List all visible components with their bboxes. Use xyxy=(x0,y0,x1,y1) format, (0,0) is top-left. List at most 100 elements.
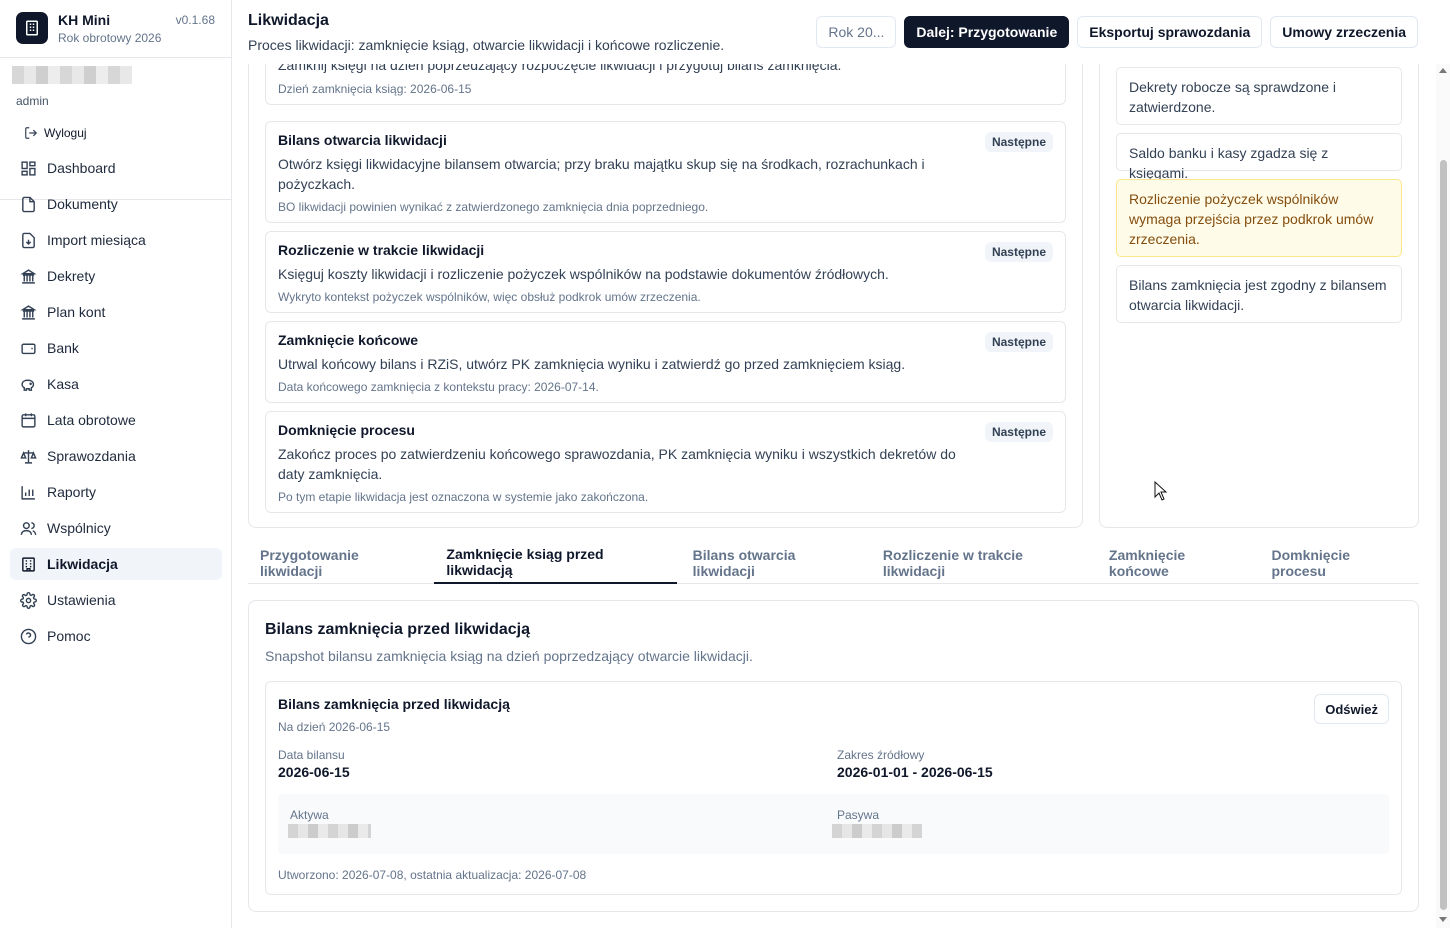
step-opening-balance[interactable]: Bilans otwarcia likwidacji Następne Otwó… xyxy=(265,121,1066,223)
step-final-close[interactable]: Zamknięcie końcowe Następne Utrwal końco… xyxy=(265,321,1066,403)
app-version: v0.1.68 xyxy=(175,13,215,27)
source-range-label: Zakres źródłowy xyxy=(837,748,925,762)
status-badge: Następne xyxy=(984,422,1053,442)
sidebar-item-label: Kasa xyxy=(47,376,79,392)
step-title: Rozliczenie w trakcie likwidacji xyxy=(278,242,485,258)
step-settlement[interactable]: Rozliczenie w trakcie likwidacji Następn… xyxy=(265,231,1066,313)
waiver-agreements-button[interactable]: Umowy zrzeczenia xyxy=(1270,16,1418,48)
refresh-button[interactable]: Odśwież xyxy=(1314,694,1389,724)
sidebar-item-label: Lata obrotowe xyxy=(47,412,136,428)
scroll-thumb[interactable] xyxy=(1440,160,1447,910)
scroll-down-arrow-icon[interactable] xyxy=(1439,917,1447,922)
bar-chart-icon xyxy=(21,485,35,500)
piggy-bank-icon xyxy=(21,379,35,391)
balance-date-value: 2026-06-15 xyxy=(278,764,350,780)
step-title: Zamknięcie końcowe xyxy=(278,332,419,348)
step-description: Utrwal końcowy bilans i RZiS, utwórz PK … xyxy=(278,356,906,372)
wallet-icon xyxy=(21,343,36,354)
main-content: Zamknij księgi na dzień poprzedzający ro… xyxy=(232,64,1436,928)
sidebar-nav: Dashboard Dokumenty Import miesiąca Dekr… xyxy=(10,152,222,656)
step-description: Zamknij księgi na dzień poprzedzający ro… xyxy=(278,64,842,73)
sidebar-item-lata-obrotowe[interactable]: Lata obrotowe xyxy=(10,404,222,436)
checklist-item: Dekrety robocze są sprawdzone i zatwierd… xyxy=(1116,67,1402,125)
page-scrollbar[interactable] xyxy=(1436,64,1450,928)
step-title: Bilans otwarcia likwidacji xyxy=(278,132,447,148)
step-note: Data końcowego zamknięcia z kontekstu pr… xyxy=(278,380,599,394)
next-step-button[interactable]: Dalej: Przygotowanie xyxy=(904,16,1070,48)
year-select-button[interactable]: Rok 20... xyxy=(816,16,897,48)
export-reports-button[interactable]: Eksportuj sprawozdania xyxy=(1077,16,1263,48)
sidebar-item-wspolnicy[interactable]: Wspólnicy xyxy=(10,512,222,544)
page-subtitle: Proces likwidacji: zamknięcie ksiąg, otw… xyxy=(248,37,725,53)
snapshot-date: Na dzień 2026-06-15 xyxy=(278,720,391,734)
tab-completion[interactable]: Domknięcie procesu xyxy=(1259,542,1415,584)
logout-icon xyxy=(25,127,38,139)
sidebar-item-dekrety[interactable]: Dekrety xyxy=(10,260,222,292)
step-description: Księguj koszty likwidacji i rozliczenie … xyxy=(278,266,889,282)
steps-card: Zamknij księgi na dzień poprzedzający ro… xyxy=(248,64,1083,528)
sidebar-item-ustawienia[interactable]: Ustawienia xyxy=(10,584,222,616)
checklist-item: Bilans zamknięcia jest zgodny z bilansem… xyxy=(1116,265,1402,323)
assets-value-redacted xyxy=(288,824,371,838)
logout-label: Wyloguj xyxy=(44,126,87,140)
liabilities-label: Pasywa xyxy=(837,808,880,822)
sidebar-item-raporty[interactable]: Raporty xyxy=(10,476,222,508)
status-badge: Następne xyxy=(984,132,1053,152)
section-subtitle: Snapshot bilansu zamknięcia ksiąg na dzi… xyxy=(265,648,753,664)
checklist-item: Saldo banku i kasy zgadza się z księgami… xyxy=(1116,133,1402,181)
app-name: KH Mini xyxy=(58,12,111,28)
sidebar-item-label: Dokumenty xyxy=(47,196,118,212)
user-name-redacted xyxy=(12,66,132,84)
tab-preparation[interactable]: Przygotowanie likwidacji xyxy=(248,542,430,584)
sidebar-item-sprawozdania[interactable]: Sprawozdania xyxy=(10,440,222,472)
step-note: Wykryto kontekst pożyczek wspólników, wi… xyxy=(278,290,701,304)
section-title: Bilans zamknięcia przed likwidacją xyxy=(265,621,530,638)
bank-building-icon xyxy=(20,304,37,320)
logout-button[interactable]: Wyloguj xyxy=(24,126,220,140)
balance-snapshot: Bilans zamknięcia przed likwidacją Na dz… xyxy=(265,681,1402,895)
tab-close-books[interactable]: Zamknięcie ksiąg przed likwidacją xyxy=(434,542,677,584)
import-icon xyxy=(22,232,35,248)
step-close-books[interactable]: Zamknij księgi na dzień poprzedzający ro… xyxy=(265,64,1066,105)
sidebar-item-pomoc[interactable]: Pomoc xyxy=(10,620,222,652)
process-tabs: Przygotowanie likwidacji Zamknięcie ksią… xyxy=(248,542,1419,584)
status-badge: Następne xyxy=(984,332,1053,352)
user-role: admin xyxy=(16,94,49,108)
created-timestamp: Utworzono: 2026-07-08, ostatnia aktualiz… xyxy=(278,868,587,882)
sidebar-item-label: Raporty xyxy=(47,484,97,500)
sidebar-item-label: Import miesiąca xyxy=(47,232,146,248)
sidebar-item-plan-kont[interactable]: Plan kont xyxy=(10,296,222,328)
scale-icon xyxy=(20,449,37,464)
tab-settlement[interactable]: Rozliczenie w trakcie likwidacji xyxy=(871,542,1093,584)
step-process-completion[interactable]: Domknięcie procesu Następne Zakończ proc… xyxy=(265,411,1066,513)
scroll-up-arrow-icon[interactable] xyxy=(1439,68,1447,73)
calendar-icon xyxy=(21,412,36,428)
step-note: Dzień zamknięcia ksiąg: 2026-06-15 xyxy=(278,82,472,96)
checklist-item-warning: Rozliczenie pożyczek wspólników wymaga p… xyxy=(1116,179,1402,257)
dashboard-icon xyxy=(21,160,36,176)
checklist-card: Dekrety robocze są sprawdzone i zatwierd… xyxy=(1099,64,1419,528)
tab-opening-balance[interactable]: Bilans otwarcia likwidacji xyxy=(681,542,867,584)
sidebar-item-likwidacja[interactable]: Likwidacja xyxy=(10,548,222,580)
sidebar-item-import[interactable]: Import miesiąca xyxy=(10,224,222,256)
sidebar-item-dashboard[interactable]: Dashboard xyxy=(10,152,222,184)
sidebar-item-label: Dekrety xyxy=(47,268,96,284)
liabilities-value-redacted xyxy=(832,824,922,838)
page-header: Likwidacja Proces likwidacji: zamknięcie… xyxy=(232,0,1450,64)
sidebar-item-label: Dashboard xyxy=(47,160,116,176)
step-note: BO likwidacji powinien wynikać z zatwier… xyxy=(278,200,709,214)
balance-date-label: Data bilansu xyxy=(278,748,345,762)
source-range-value: 2026-01-01 - 2026-06-15 xyxy=(837,764,993,780)
sidebar-item-label: Ustawienia xyxy=(47,592,116,608)
sidebar-item-kasa[interactable]: Kasa xyxy=(10,368,222,400)
document-icon xyxy=(22,196,35,212)
sidebar-item-dokumenty[interactable]: Dokumenty xyxy=(10,188,222,220)
help-icon xyxy=(20,628,37,644)
page-title: Likwidacja xyxy=(248,12,329,29)
assets-label: Aktywa xyxy=(290,808,329,822)
building-icon xyxy=(22,556,35,572)
tab-final-close[interactable]: Zamknięcie końcowe xyxy=(1097,542,1256,584)
sidebar-item-label: Likwidacja xyxy=(47,556,118,572)
step-description: Zakończ proces po zatwierdzeniu końcoweg… xyxy=(278,446,956,482)
sidebar-item-bank[interactable]: Bank xyxy=(10,332,222,364)
